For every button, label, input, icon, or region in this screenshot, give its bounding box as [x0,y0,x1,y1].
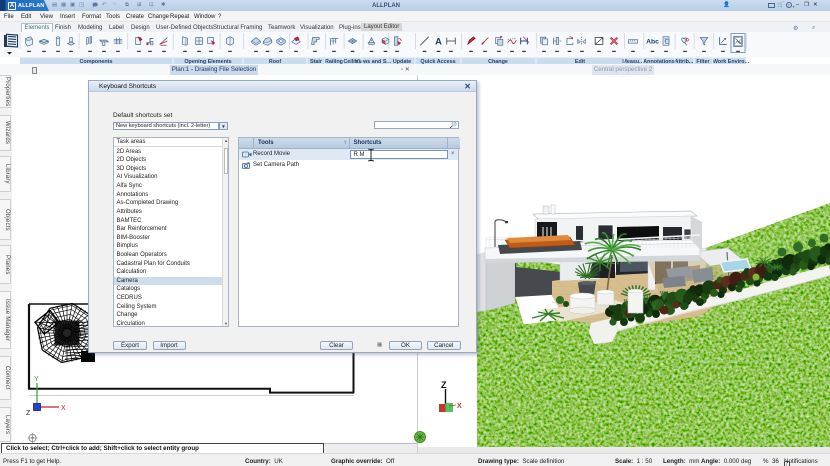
svg-text:X: X [457,403,462,410]
svg-text:X: X [61,405,66,412]
svg-text:Z: Z [441,380,447,390]
svg-text:Abc: Abc [646,39,659,46]
svg-text:Z: Z [26,410,31,417]
svg-text:A: A [435,36,442,46]
svg-text:Y: Y [34,376,39,383]
